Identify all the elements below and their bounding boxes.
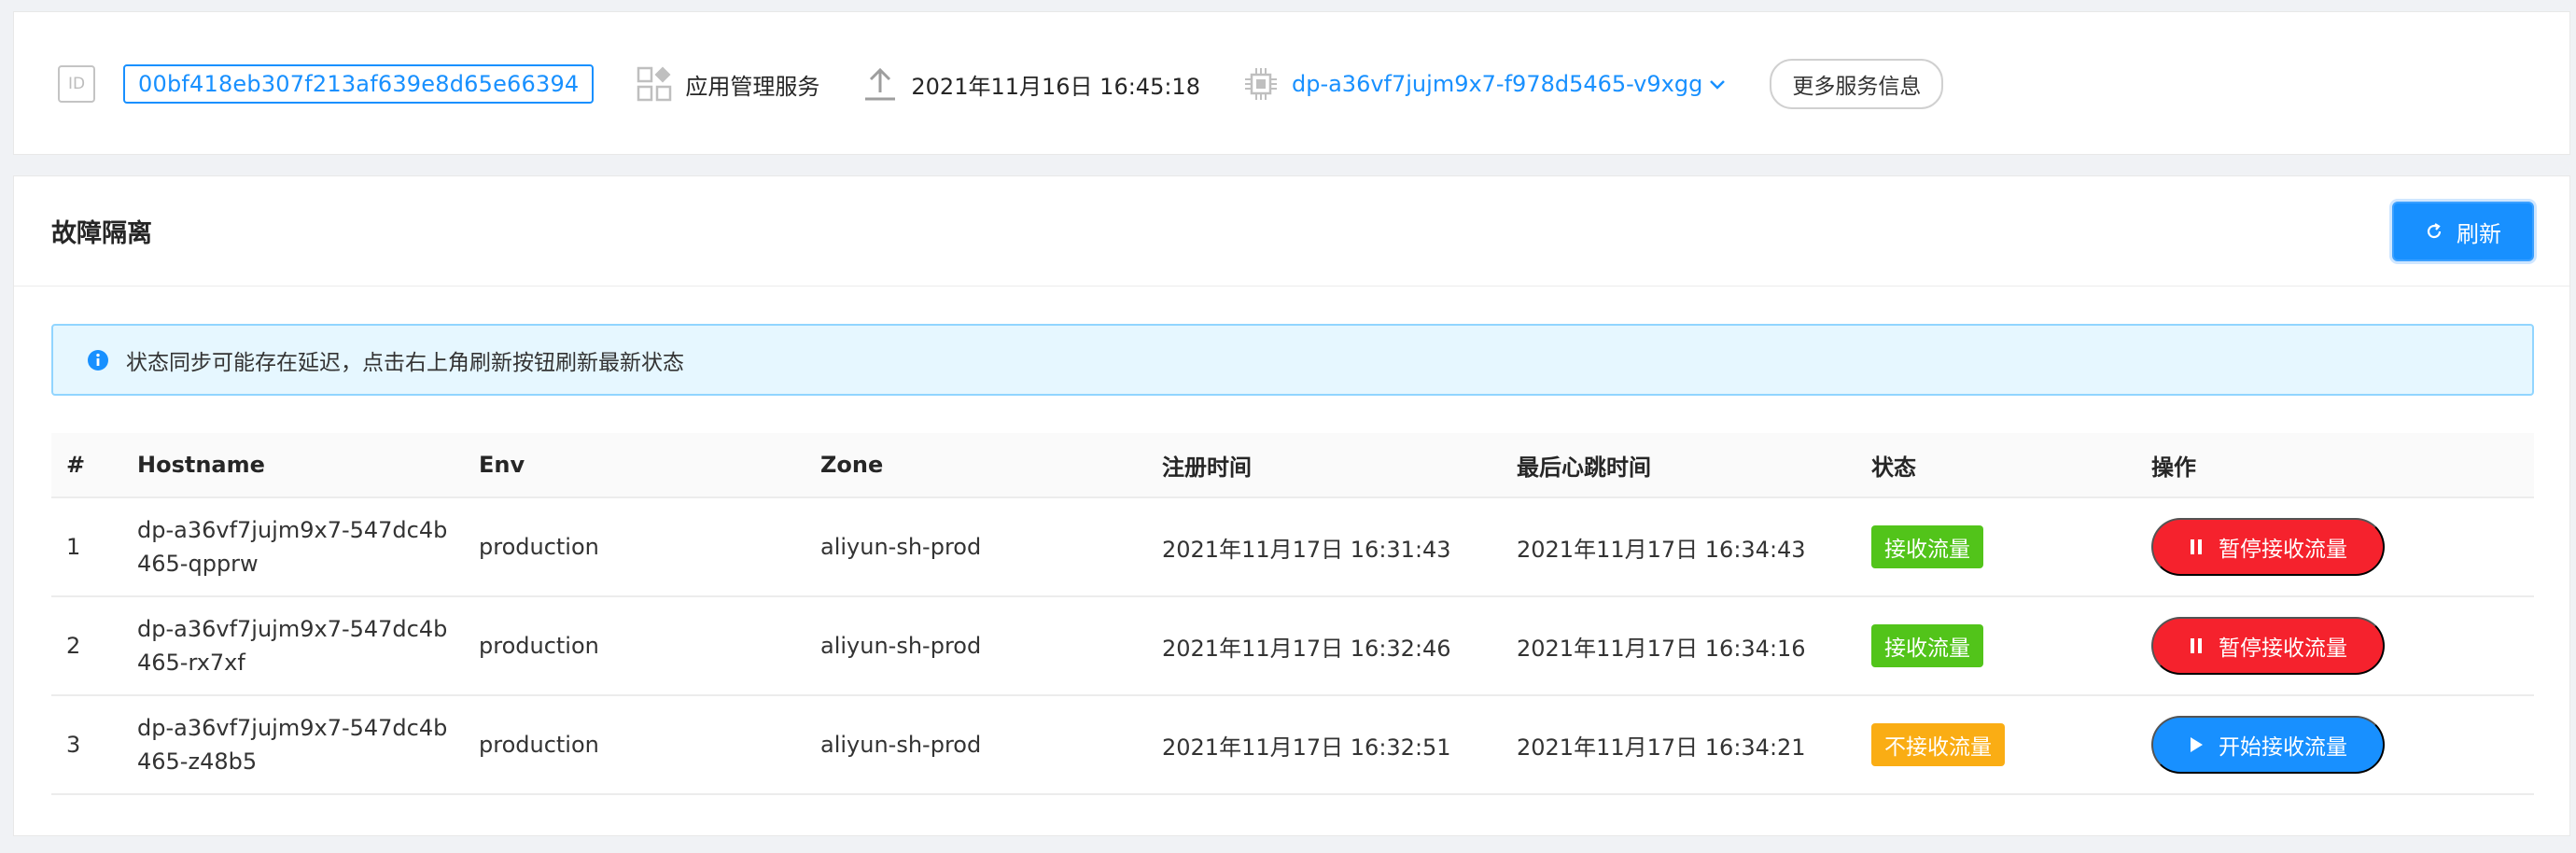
row-env: production xyxy=(479,534,599,560)
deploy-time-group: 2021年11月16日 16:45:18 xyxy=(862,66,1200,102)
play-icon xyxy=(2189,736,2204,753)
refresh-button-label: 刷新 xyxy=(2457,221,2501,247)
instance-table: # Hostname Env Zone 注册时间 最后心跳时间 状态 操作 1 … xyxy=(51,433,2534,795)
chip-icon xyxy=(1243,66,1279,102)
row-hostname-line1: dp-a36vf7jujm9x7-547dc4b xyxy=(137,517,448,543)
sync-delay-alert: 状态同步可能存在延迟，点击右上角刷新按钮刷新最新状态 xyxy=(51,324,2534,396)
action-label: 暂停接收流量 xyxy=(2219,537,2347,561)
more-service-info-button[interactable]: 更多服务信息 xyxy=(1770,59,1944,109)
service-id-group: ID 00bf418eb307f213af639e8d65e66394 xyxy=(58,64,595,104)
row-index: 1 xyxy=(66,534,81,560)
chevron-down-icon[interactable] xyxy=(1708,75,1727,93)
row-zone: aliyun-sh-prod xyxy=(820,633,982,659)
row-status-cell: 接收流量 xyxy=(1871,525,2151,568)
row-hostname-line2: 465-rx7xf xyxy=(137,650,245,676)
row-hostname: dp-a36vf7jujm9x7-547dc4b 465-qpprw xyxy=(137,513,479,580)
row-hostname: dp-a36vf7jujm9x7-547dc4b 465-z48b5 xyxy=(137,711,479,778)
column-header-status: 状态 xyxy=(1871,454,1916,481)
service-type-group: 应用管理服务 xyxy=(637,66,819,102)
panel-header: 故障隔离 刷新 xyxy=(14,176,2569,287)
pause-traffic-button[interactable]: 暂停接收流量 xyxy=(2151,518,2385,576)
alert-text: 状态同步可能存在延迟，点击右上角刷新按钮刷新最新状态 xyxy=(126,350,684,375)
table-row: 2 dp-a36vf7jujm9x7-547dc4b 465-rx7xf pro… xyxy=(51,597,2534,696)
refresh-button[interactable]: 刷新 xyxy=(2392,202,2534,261)
column-header-index: # xyxy=(66,452,86,478)
row-hostname-line2: 465-qpprw xyxy=(137,551,259,577)
grid-apps-icon xyxy=(637,66,672,102)
service-info-bar: ID 00bf418eb307f213af639e8d65e66394 应用管理… xyxy=(13,11,2570,155)
refresh-icon xyxy=(2425,222,2443,241)
column-header-register-time: 注册时间 xyxy=(1162,454,1252,481)
row-action-cell: 暂停接收流量 xyxy=(2151,617,2534,675)
column-header-heartbeat-time: 最后心跳时间 xyxy=(1517,454,1651,481)
id-icon-label: ID xyxy=(67,75,86,93)
row-hostname-line2: 465-z48b5 xyxy=(137,748,258,775)
action-label: 暂停接收流量 xyxy=(2219,636,2347,660)
row-register-time: 2021年11月17日 16:32:46 xyxy=(1162,635,1451,662)
status-badge: 接收流量 xyxy=(1871,624,1983,667)
row-zone: aliyun-sh-prod xyxy=(820,534,982,560)
row-action-cell: 暂停接收流量 xyxy=(2151,518,2534,576)
info-circle-icon xyxy=(87,349,109,371)
row-zone: aliyun-sh-prod xyxy=(820,732,982,758)
instance-link[interactable]: dp-a36vf7jujm9x7-f978d5465-v9xgg xyxy=(1292,71,1702,97)
start-traffic-button[interactable]: 开始接收流量 xyxy=(2151,716,2385,774)
column-header-zone: Zone xyxy=(820,452,884,478)
row-index: 3 xyxy=(66,732,81,758)
row-env: production xyxy=(479,633,599,659)
table-row: 1 dp-a36vf7jujm9x7-547dc4b 465-qpprw pro… xyxy=(51,498,2534,597)
row-hostname-line1: dp-a36vf7jujm9x7-547dc4b xyxy=(137,715,448,741)
id-icon: ID xyxy=(58,65,95,103)
row-index: 2 xyxy=(66,633,81,659)
deploy-time-label: 2021年11月16日 16:45:18 xyxy=(911,73,1200,100)
row-register-time: 2021年11月17日 16:32:51 xyxy=(1162,734,1451,761)
column-header-hostname: Hostname xyxy=(137,452,265,478)
row-status-cell: 接收流量 xyxy=(1871,624,2151,667)
row-heartbeat-time: 2021年11月17日 16:34:43 xyxy=(1517,536,1806,563)
pause-traffic-button[interactable]: 暂停接收流量 xyxy=(2151,617,2385,675)
status-badge: 不接收流量 xyxy=(1871,723,2005,766)
action-label: 开始接收流量 xyxy=(2219,734,2347,759)
row-heartbeat-time: 2021年11月17日 16:34:21 xyxy=(1517,734,1806,761)
table-row: 3 dp-a36vf7jujm9x7-547dc4b 465-z48b5 pro… xyxy=(51,696,2534,795)
instance-group[interactable]: dp-a36vf7jujm9x7-f978d5465-v9xgg xyxy=(1243,66,1727,102)
service-type-label: 应用管理服务 xyxy=(685,73,820,100)
service-info-row: ID 00bf418eb307f213af639e8d65e66394 应用管理… xyxy=(14,12,1944,156)
column-header-env: Env xyxy=(479,452,525,478)
service-id-box[interactable]: 00bf418eb307f213af639e8d65e66394 xyxy=(123,64,595,104)
row-hostname: dp-a36vf7jujm9x7-547dc4b 465-rx7xf xyxy=(137,612,479,679)
upload-icon xyxy=(862,66,898,102)
pause-icon xyxy=(2189,538,2204,555)
pause-icon xyxy=(2189,637,2204,654)
row-heartbeat-time: 2021年11月17日 16:34:16 xyxy=(1517,635,1806,662)
fault-isolation-panel: 故障隔离 刷新 状态同步可能存在延迟，点击右上角刷新按钮刷新最新状态 # Hos… xyxy=(13,175,2570,836)
row-hostname-line1: dp-a36vf7jujm9x7-547dc4b xyxy=(137,616,448,642)
status-badge: 接收流量 xyxy=(1871,525,1983,568)
row-action-cell: 开始接收流量 xyxy=(2151,716,2534,774)
row-env: production xyxy=(479,732,599,758)
panel-title: 故障隔离 xyxy=(51,219,152,248)
row-register-time: 2021年11月17日 16:31:43 xyxy=(1162,536,1451,563)
column-header-actions: 操作 xyxy=(2151,454,2196,481)
row-status-cell: 不接收流量 xyxy=(1871,723,2151,766)
table-header: # Hostname Env Zone 注册时间 最后心跳时间 状态 操作 xyxy=(51,433,2534,498)
